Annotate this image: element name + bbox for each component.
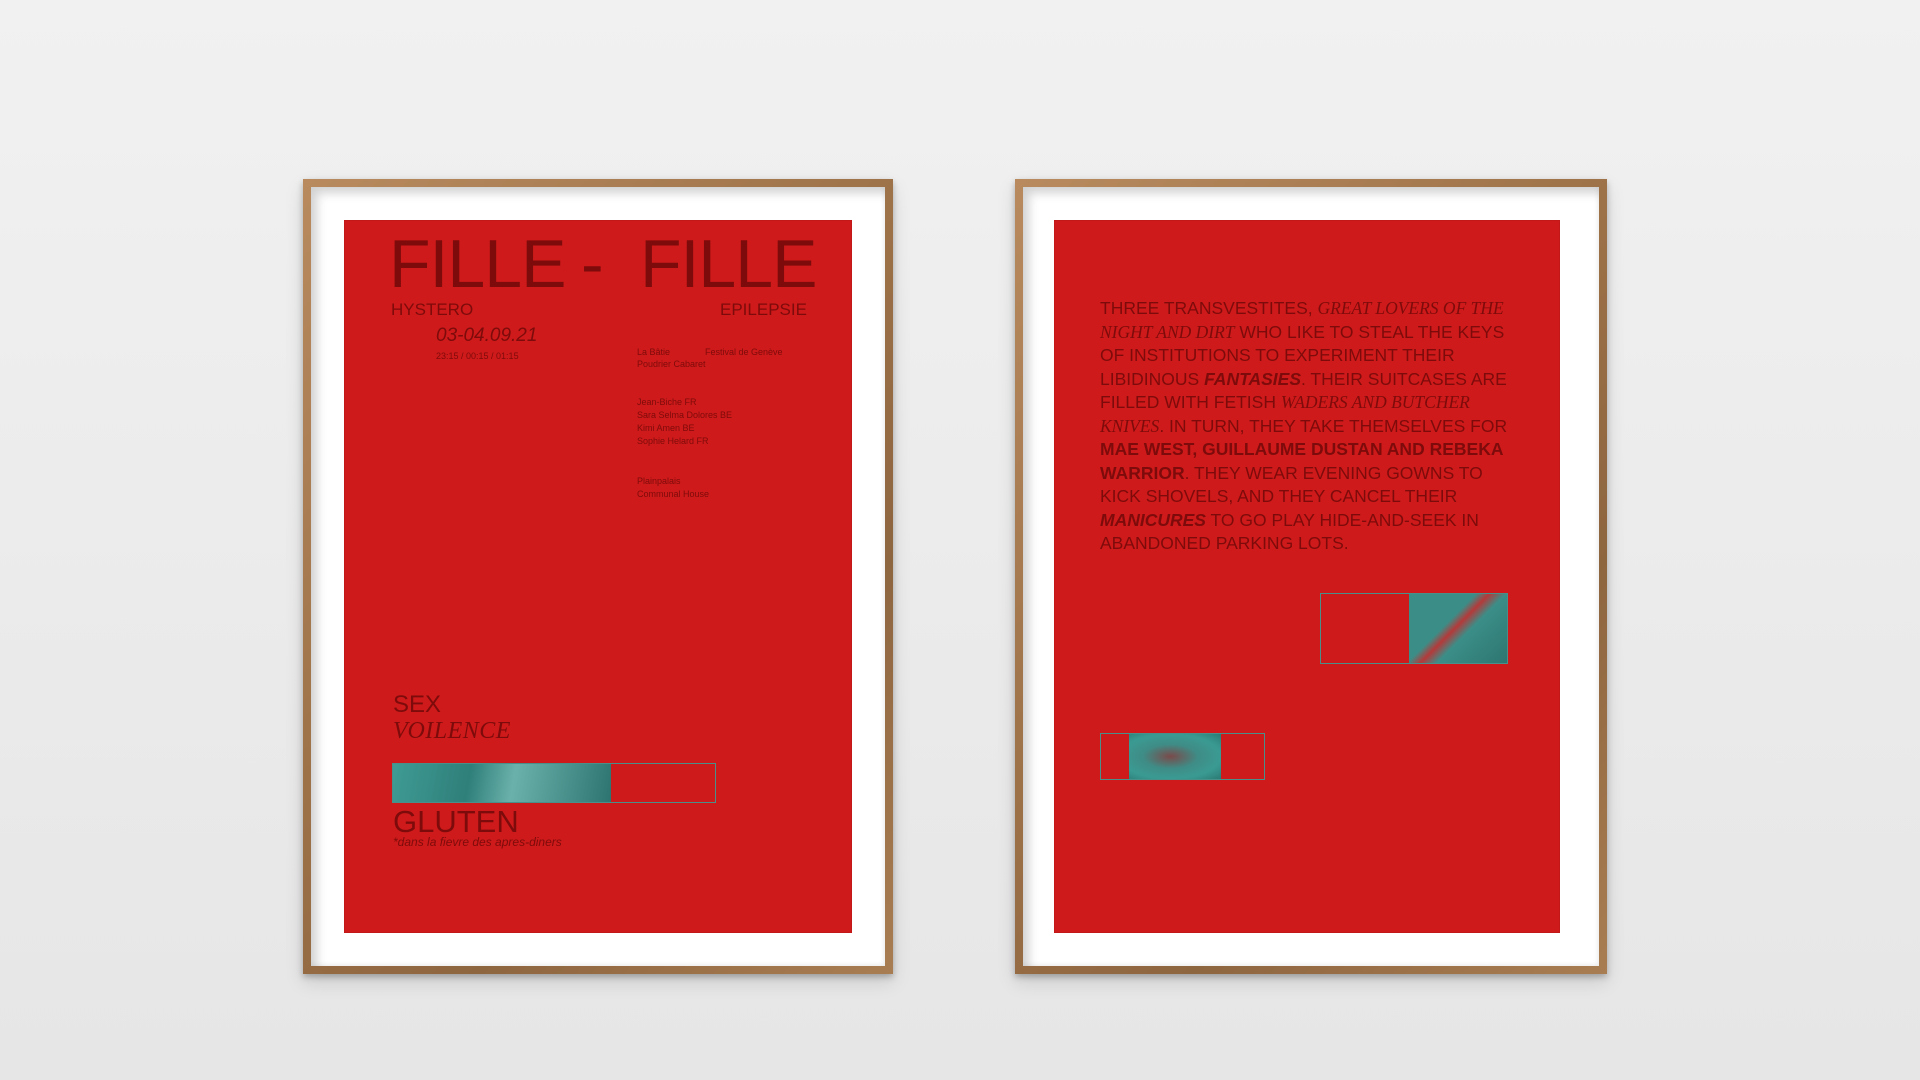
text-run-bold-italic: MANICURES (1100, 509, 1206, 530)
poster-title-dash: - (581, 226, 604, 302)
left-frame-mat: FILLE - FILLE HYSTERO EPILEPSIE 03-04.09… (311, 187, 885, 966)
right-top-image-strip (1320, 593, 1508, 664)
right-picture-frame: THREE TRANSVESTITES, GREAT LOVERS OF THE… (1015, 179, 1607, 974)
text-run: THREE TRANSVESTITES, (1100, 298, 1313, 318)
left-poster: FILLE - FILLE HYSTERO EPILEPSIE 03-04.09… (344, 220, 852, 933)
right-top-strip-photo (1409, 594, 1507, 663)
right-poster: THREE TRANSVESTITES, GREAT LOVERS OF THE… (1054, 220, 1560, 933)
word-violence: VOILENCE (393, 718, 511, 744)
artist-item: Jean-Biche FR (637, 397, 697, 407)
right-frame-mat: THREE TRANSVESTITES, GREAT LOVERS OF THE… (1023, 187, 1599, 966)
event-date: 03-04.09.21 (436, 325, 538, 346)
poster-title-right: FILLE (640, 226, 817, 302)
left-image-strip (392, 763, 716, 803)
poster-title-left: FILLE (389, 226, 566, 302)
venue-line-1a: La Bâtie (637, 347, 671, 357)
word-gluten: GLUTEN (393, 804, 519, 839)
right-bottom-strip-photo (1129, 734, 1221, 779)
artist-item: Sophie Helard FR (637, 436, 709, 446)
artist-item: Sara Selma Dolores BE (637, 410, 733, 420)
word-sex: SEX (393, 691, 442, 718)
location-line-2: Communal House (637, 489, 710, 499)
footnote: *dans la fievre des apres-diners (393, 835, 562, 849)
subtitle-epilepsie: EPILEPSIE (720, 300, 807, 319)
location-line-1: Plainpalais (637, 476, 681, 486)
left-strip-photo (393, 764, 611, 802)
text-run-bold-italic: FANTASIES (1204, 368, 1301, 389)
venue-line-2: Poudrier Cabaret (637, 359, 706, 369)
text-run: . IN TURN, THEY TAKE THEMSELVES FOR (1159, 415, 1508, 436)
event-times: 23:15 / 00:15 / 01:15 (436, 351, 519, 361)
artist-item: Kimi Amen BE (637, 423, 695, 433)
poster-paragraph: THREE TRANSVESTITES, GREAT LOVERS OF THE… (1100, 297, 1518, 556)
subtitle-hystero: HYSTERO (391, 300, 474, 319)
venue-line-1b: Festival de Genève (705, 347, 783, 357)
right-bottom-image-strip (1100, 733, 1265, 780)
left-picture-frame: FILLE - FILLE HYSTERO EPILEPSIE 03-04.09… (303, 179, 893, 974)
